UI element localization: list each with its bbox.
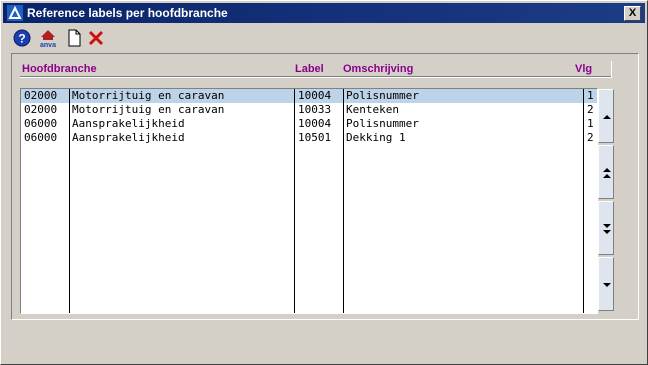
delete-button[interactable] xyxy=(85,27,107,49)
description-cell: Polisnummer xyxy=(346,117,419,130)
branch-code-cell: 02000 xyxy=(24,103,58,116)
delete-icon xyxy=(88,30,104,46)
help-button[interactable]: ? xyxy=(11,27,33,49)
column-separator xyxy=(343,89,344,313)
new-document-button[interactable] xyxy=(63,27,85,49)
header-divider xyxy=(20,76,612,78)
table-row[interactable]: 06000 Aansprakelijkheid 10501 Dekking 1 2 xyxy=(21,131,597,145)
new-document-icon xyxy=(68,29,81,47)
table-row[interactable]: 02000 Motorrijtuig en caravan 10004 Polisnu… xyxy=(21,89,597,103)
table-row[interactable]: 02000 Motorrijtuig en caravan 10033 Kenteke… xyxy=(21,103,597,117)
content-panel: Hoofdbranche Label Omschrijving Vlg 0200… xyxy=(11,53,639,320)
branch-name-cell: Aansprakelijkheid xyxy=(72,131,185,144)
header-vlg[interactable]: Vlg xyxy=(575,63,592,75)
branch-name-cell: Aansprakelijkheid xyxy=(72,117,185,130)
label-code-cell: 10033 xyxy=(298,103,332,116)
svg-text:anva: anva xyxy=(40,42,56,49)
header-omschrijving[interactable]: Omschrijving xyxy=(343,63,413,75)
page-up-button[interactable] xyxy=(598,145,614,199)
reference-list[interactable]: 02000 Motorrijtuig en caravan 10004 Polisnu… xyxy=(20,88,598,314)
page-down-button[interactable] xyxy=(598,201,614,255)
scroll-down-button[interactable] xyxy=(598,257,614,311)
label-code-cell: 10004 xyxy=(298,89,332,102)
window-title: Reference labels per hoofdbranche xyxy=(27,6,228,20)
sequence-cell: 2 xyxy=(587,131,594,144)
branch-name-cell: Motorrijtuig en caravan xyxy=(72,103,225,116)
description-cell: Dekking 1 xyxy=(346,131,406,144)
arrow-up-icon xyxy=(603,115,611,119)
double-arrow-down-icon xyxy=(603,224,611,234)
svg-text:?: ? xyxy=(18,32,25,46)
column-separator xyxy=(294,89,295,313)
branch-name-cell: Motorrijtuig en caravan xyxy=(72,89,225,102)
app-logo-icon xyxy=(7,5,23,21)
column-separator xyxy=(69,89,70,313)
header-label[interactable]: Label xyxy=(295,63,324,75)
branch-code-cell: 06000 xyxy=(24,117,58,130)
label-code-cell: 10501 xyxy=(298,131,332,144)
column-separator xyxy=(583,89,584,313)
description-cell: Kenteken xyxy=(346,103,399,116)
scroll-controls xyxy=(598,89,614,311)
branch-code-cell: 06000 xyxy=(24,131,58,144)
table-row[interactable]: 06000 Aansprakelijkheid 10004 Polisnummer 1 xyxy=(21,117,597,131)
header-hoofdbranche[interactable]: Hoofdbranche xyxy=(22,63,97,75)
title-bar[interactable]: Reference labels per hoofdbranche X xyxy=(3,3,645,23)
help-icon: ? xyxy=(13,29,31,47)
description-cell: Polisnummer xyxy=(346,89,419,102)
sequence-cell: 1 xyxy=(587,117,594,130)
close-icon: X xyxy=(628,7,637,19)
anva-icon: anva xyxy=(40,30,56,49)
double-arrow-up-icon xyxy=(603,168,611,178)
arrow-down-icon xyxy=(603,283,611,287)
header-end-divider xyxy=(611,61,612,77)
dialog-window: Reference labels per hoofdbranche X ? an… xyxy=(0,0,648,365)
scroll-up-button[interactable] xyxy=(598,89,614,143)
label-code-cell: 10004 xyxy=(298,117,332,130)
sequence-cell: 2 xyxy=(587,103,594,116)
close-button[interactable]: X xyxy=(624,6,641,21)
branch-code-cell: 02000 xyxy=(24,89,58,102)
anva-button[interactable]: anva xyxy=(37,27,59,49)
sequence-cell: 1 xyxy=(587,89,594,102)
